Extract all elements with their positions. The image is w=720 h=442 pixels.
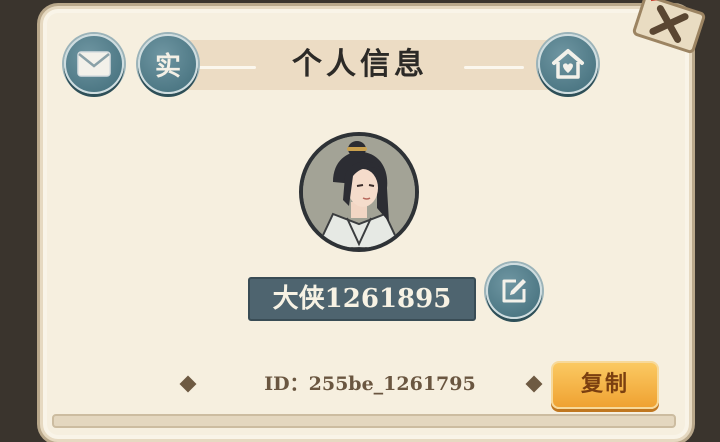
edit-name-button[interactable] <box>486 263 542 319</box>
player-id-text: ID：255be_1261795 <box>264 373 476 395</box>
diamond-left-icon <box>179 375 197 393</box>
envelope-icon <box>77 51 111 77</box>
real-name-auth-icon: 实 <box>154 51 181 82</box>
avatar[interactable] <box>299 132 419 252</box>
title-divider-right <box>464 66 524 69</box>
house-heart-icon <box>552 49 584 79</box>
edit-pencil-icon <box>502 279 526 303</box>
nickname-label: 大侠1261895 <box>248 277 476 321</box>
home-button[interactable] <box>538 34 598 94</box>
bottom-list-strip <box>52 414 676 428</box>
mail-button[interactable] <box>64 34 124 94</box>
copy-button[interactable]: 复制 <box>551 361 659 409</box>
real-name-button[interactable]: 实 <box>138 34 198 94</box>
diamond-right-icon <box>525 375 543 393</box>
id-row: ID：255be_1261795 <box>179 366 543 402</box>
avatar-portrait <box>303 136 415 248</box>
title-divider-left <box>196 66 256 69</box>
page-title: 个人信息 <box>292 47 428 82</box>
